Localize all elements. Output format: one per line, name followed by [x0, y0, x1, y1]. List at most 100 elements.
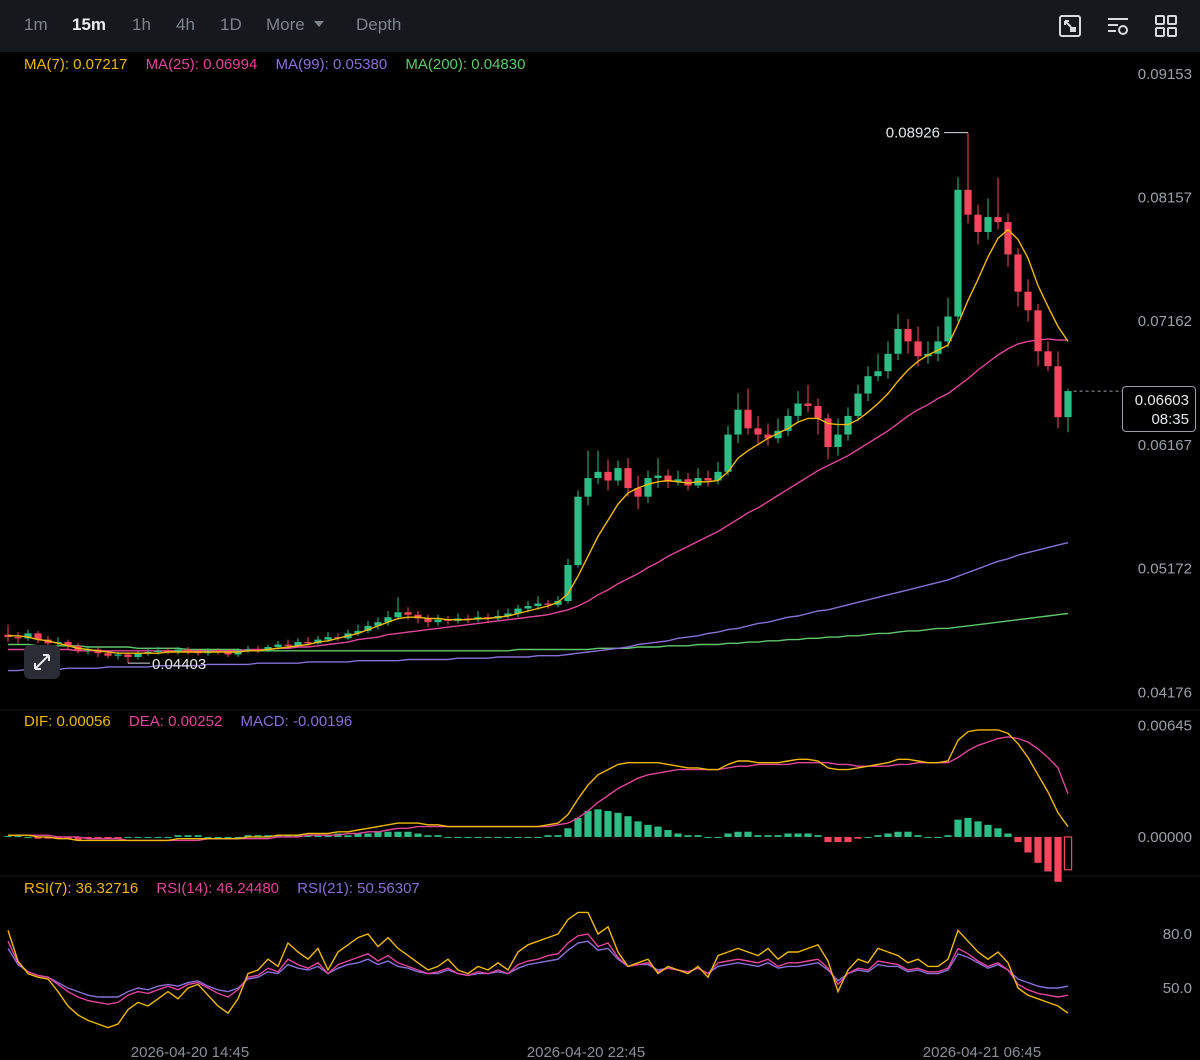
- timeframe-1d[interactable]: 1D: [220, 15, 242, 35]
- macd-histogram-bar: [374, 831, 382, 837]
- timeframe-15m[interactable]: 15m: [72, 15, 106, 35]
- candle: [184, 647, 192, 655]
- candle-body: [794, 403, 802, 416]
- price-pane: 0.09153 0.08157 0.07162 0.06167 0.05172 0.041…: [4, 66, 1192, 701]
- time-axis-tick: 2026-04-21 06:45: [923, 1044, 1041, 1060]
- candle: [754, 415, 762, 444]
- candle-body: [604, 471, 612, 481]
- price-axis-tick: 0.08157: [1138, 190, 1192, 207]
- candle: [734, 393, 742, 444]
- macd-pane: 0.00645 0.00000: [4, 718, 1192, 882]
- rsi14-line: [7, 933, 1069, 1005]
- candle: [854, 384, 862, 421]
- macd-histogram-bar: [684, 835, 692, 837]
- candle: [574, 490, 582, 568]
- time-axis-tick: 2026-04-20 22:45: [527, 1044, 645, 1060]
- candle: [564, 558, 572, 604]
- depth-tab[interactable]: Depth: [356, 15, 401, 35]
- expand-button[interactable]: [24, 645, 60, 679]
- macd-histogram-bar: [774, 835, 782, 837]
- macd-histogram-bar: [664, 830, 672, 837]
- macd-histogram-bar: [204, 836, 212, 838]
- macd-histogram-bar: [494, 836, 502, 838]
- indicator-settings-icon[interactable]: [1105, 13, 1131, 39]
- candle: [964, 132, 972, 224]
- candle-body: [744, 409, 752, 429]
- more-dropdown[interactable]: More: [266, 15, 325, 35]
- macd-histogram-bar: [854, 836, 862, 839]
- layout-grid-icon[interactable]: [1153, 13, 1179, 39]
- dea-line: [8, 736, 1069, 842]
- timeframe-1m[interactable]: 1m: [24, 15, 48, 35]
- price-axis-tick: 0.04176: [1138, 684, 1192, 701]
- macd-histogram-bar: [444, 836, 452, 838]
- price-axis-tick: 0.07162: [1138, 313, 1192, 330]
- candle-body: [874, 371, 882, 377]
- candle: [624, 458, 632, 497]
- candle: [594, 450, 602, 485]
- macd-histogram-bar: [1054, 836, 1062, 882]
- macd-histogram-bar: [134, 836, 142, 838]
- low-price-label: 0.04403: [152, 656, 206, 673]
- macd-histogram-bar: [1024, 836, 1032, 853]
- macd-histogram-bar: [934, 836, 942, 838]
- candle: [694, 468, 702, 488]
- macd-histogram-bar: [694, 835, 702, 837]
- macd-histogram-bar: [514, 836, 522, 838]
- rsi-axis-tick: 80.0: [1163, 926, 1192, 943]
- chart-canvas[interactable]: 0.09153 0.08157 0.07162 0.06167 0.05172 0.041…: [0, 52, 1200, 1060]
- high-price-label: 0.08926: [886, 125, 940, 142]
- macd-histogram-bar: [404, 831, 412, 837]
- candle-body: [644, 478, 652, 497]
- candle-body: [724, 434, 732, 472]
- candle-body: [304, 642, 312, 644]
- candle-body: [594, 471, 602, 479]
- macd-histogram-bar: [944, 835, 952, 837]
- candle: [34, 630, 42, 644]
- macd-histogram-bar: [924, 836, 932, 838]
- candle: [4, 624, 12, 643]
- macd-histogram-bar: [524, 836, 532, 838]
- macd-histogram-bar: [674, 833, 682, 837]
- candle-body: [1044, 351, 1052, 367]
- macd-histogram-bar: [734, 831, 742, 837]
- macd-histogram-bar: [504, 836, 512, 838]
- chart-style-icon[interactable]: [1057, 13, 1083, 39]
- candle-body: [574, 496, 582, 566]
- macd-histogram-bar: [764, 835, 772, 837]
- candle-body: [1004, 222, 1012, 255]
- candle: [874, 353, 882, 382]
- time-axis-tick: 2026-04-20 14:45: [131, 1044, 249, 1060]
- macd-histogram-bar: [894, 831, 902, 837]
- macd-histogram-bar: [1014, 836, 1022, 843]
- macd-histogram-bar: [464, 836, 472, 838]
- current-price: 0.06603: [1134, 392, 1189, 409]
- candle: [804, 384, 812, 413]
- macd-histogram-bar: [584, 811, 592, 837]
- macd-histogram-bar: [1034, 836, 1042, 863]
- candle: [144, 648, 152, 656]
- macd-histogram-bar: [824, 836, 832, 843]
- candle: [474, 610, 482, 623]
- candle: [794, 391, 802, 423]
- timeframe-4h[interactable]: 4h: [176, 15, 195, 35]
- macd-histogram-bar: [954, 819, 962, 837]
- macd-histogram-bar: [4, 836, 12, 838]
- candle: [824, 413, 832, 460]
- candle: [924, 341, 932, 364]
- price-axis-tick: 0.05172: [1138, 561, 1192, 578]
- timeframe-1h[interactable]: 1h: [132, 15, 151, 35]
- candle-body: [104, 653, 112, 656]
- candle-body: [14, 637, 22, 639]
- candle: [604, 459, 612, 491]
- macd-histogram-bar: [24, 836, 32, 838]
- ma200-line: [8, 612, 1069, 652]
- macd-histogram-bar: [554, 835, 562, 837]
- macd-axis-tick: 0.00645: [1138, 718, 1192, 735]
- candle-body: [814, 405, 822, 419]
- macd-histogram-bar: [384, 831, 392, 837]
- candle: [634, 475, 642, 510]
- candle-body: [1064, 391, 1072, 418]
- candle-body: [914, 341, 922, 357]
- candle-body: [754, 428, 762, 435]
